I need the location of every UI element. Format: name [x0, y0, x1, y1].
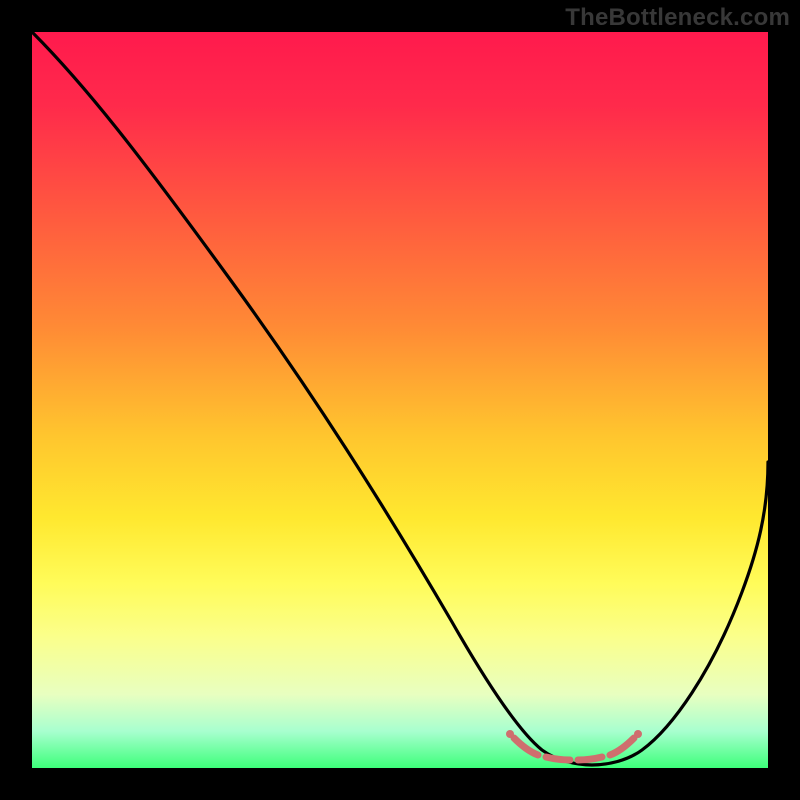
chart-frame: TheBottleneck.com	[0, 0, 800, 800]
chart-svg	[32, 32, 768, 768]
bottleneck-curve	[32, 32, 768, 765]
plot-area	[32, 32, 768, 768]
watermark-text: TheBottleneck.com	[565, 4, 790, 32]
